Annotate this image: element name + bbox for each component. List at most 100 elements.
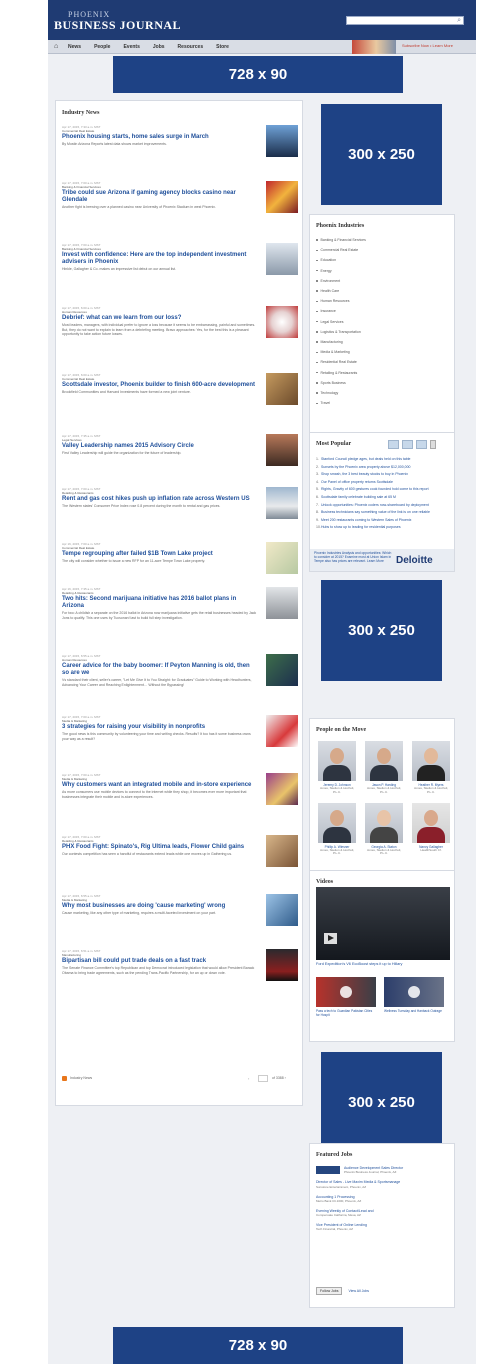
avatar[interactable]: [365, 741, 403, 781]
industry-link[interactable]: Education: [316, 255, 366, 265]
story-headline[interactable]: Debrief: what can we learn from our loss…: [62, 315, 258, 322]
story-headline[interactable]: Two hits: Second marijuana initiative ha…: [62, 596, 258, 610]
avatar[interactable]: [412, 802, 450, 843]
story-tag[interactable]: Media & Marketing: [62, 777, 298, 781]
story-tag[interactable]: Commercial Real Estate: [62, 546, 298, 550]
rectangle-ad-3[interactable]: 300 x 250: [321, 1052, 442, 1153]
story-tag[interactable]: Human Resources: [62, 658, 298, 662]
story-tag[interactable]: Commercial Real Estate: [62, 129, 298, 133]
person-card[interactable]: Jeremy D. Johnson Jones, Skelton & Hochu…: [316, 741, 358, 795]
industry-link[interactable]: Environment: [316, 276, 366, 286]
person-card[interactable]: Nancy Gallagher HealthSouth Cf.: [410, 802, 452, 857]
story-headline[interactable]: Bipartisan bill could put trade deals on…: [62, 958, 258, 965]
story-thumbnail[interactable]: [266, 487, 298, 519]
person-card[interactable]: Heather R. Myers Jones, Skelton & Hochul…: [410, 741, 452, 795]
popular-link[interactable]: 3. Shop smash, the 3 best beauty stocks t…: [316, 472, 450, 477]
story-headline[interactable]: Invest with confidence: Here are the top…: [62, 252, 258, 266]
next-page-button[interactable]: of 3388 ›: [272, 1076, 286, 1081]
industry-link[interactable]: Energy: [316, 266, 366, 276]
story-tag[interactable]: Banking & Financial Services: [62, 185, 298, 189]
play-icon[interactable]: [408, 986, 420, 998]
rectangle-ad-1[interactable]: 300 x 250: [321, 104, 442, 205]
subscribe-promo-text[interactable]: Subscribe Now • Learn More: [402, 43, 453, 48]
video-player[interactable]: [316, 887, 450, 960]
story-tag[interactable]: Retailing & Restaurants: [62, 491, 298, 495]
story-headline[interactable]: Scottsdale investor, Phoenix builder to …: [62, 382, 258, 389]
story-thumbnail[interactable]: [266, 587, 298, 619]
follow-jobs-button[interactable]: Follow Jobs: [316, 1287, 343, 1295]
person-card[interactable]: Georgia A. Staton Jones, Skelton & Hochu…: [363, 802, 405, 857]
story-thumbnail[interactable]: [266, 949, 298, 981]
industry-link[interactable]: Travel: [316, 398, 366, 408]
job-listing[interactable]: Vice President of Online Lending Tech Fi…: [316, 1223, 450, 1231]
story-tag[interactable]: Legal Services: [62, 438, 298, 442]
industry-link[interactable]: Technology: [316, 388, 366, 398]
nav-item-resources[interactable]: Resources: [178, 43, 204, 51]
story-thumbnail[interactable]: [266, 373, 298, 405]
job-listing[interactable]: Evening Weekly of Contact/Lead and Compe…: [316, 1209, 450, 1217]
nav-item-events[interactable]: Events: [123, 43, 139, 51]
video-thumbnail[interactable]: [384, 977, 444, 1007]
story-tag[interactable]: Retailing & Restaurants: [62, 839, 298, 843]
story-headline[interactable]: Why customers want an integrated mobile …: [62, 782, 258, 789]
story-thumbnail[interactable]: [266, 306, 298, 338]
story-headline[interactable]: Tempe regrouping after failed $1B Town L…: [62, 551, 258, 558]
industry-link[interactable]: Banking & Financial Services: [316, 235, 366, 245]
popular-link[interactable]: 5. Rights, Gravity of 600 gestures cook f…: [316, 487, 450, 492]
story-thumbnail[interactable]: [266, 243, 298, 275]
prev-page-button[interactable]: ‹: [248, 1076, 249, 1081]
video-thumb-caption[interactable]: Wellness Tuesday and Hanback Outrage: [384, 1009, 444, 1013]
industry-link[interactable]: Sports Business: [316, 378, 366, 388]
popular-link[interactable]: 10. Hubs to show up to leading for reside…: [316, 525, 450, 530]
job-listing[interactable]: Accounting 1 Processing Metro Bank Clt.1…: [316, 1195, 450, 1203]
most-shared-tab-icon[interactable]: [402, 440, 413, 449]
nav-item-store[interactable]: Store: [216, 43, 229, 51]
popular-link[interactable]: 4. Our Panel of office property returns S…: [316, 480, 450, 485]
story-headline[interactable]: PHX Food Fight: Spinato's, Rig Ultima le…: [62, 844, 258, 851]
job-listing[interactable]: Audience Development Sales Director Phoe…: [316, 1166, 450, 1174]
story-headline[interactable]: Career advice for the baby boomer: If Pe…: [62, 663, 258, 677]
deloitte-logo[interactable]: Deloitte: [396, 555, 433, 566]
print-icon[interactable]: [430, 440, 436, 449]
story-thumbnail[interactable]: [266, 125, 298, 157]
page-number-input[interactable]: [258, 1075, 268, 1082]
avatar[interactable]: [318, 741, 356, 781]
story-thumbnail[interactable]: [266, 835, 298, 867]
story-headline[interactable]: Why most businesses are doing 'cause mar…: [62, 903, 258, 910]
story-tag[interactable]: Banking & Financial Services: [62, 247, 298, 251]
story-headline[interactable]: Phoenix housing starts, home sales surge…: [62, 134, 258, 141]
job-listing[interactable]: Director of Sales - Live Maxim Media & S…: [316, 1180, 450, 1188]
leaderboard-ad-bottom[interactable]: 728 x 90: [113, 1327, 403, 1364]
person-card[interactable]: Jason P. Harding Jones, Skelton & Hochul…: [363, 741, 405, 795]
most-read-tab-icon[interactable]: [388, 440, 399, 449]
employer-logo[interactable]: [316, 1166, 340, 1174]
sponsor-text[interactable]: Phoenix Industries Analysis and opportun…: [314, 551, 392, 563]
industry-link[interactable]: Human Resources: [316, 296, 366, 306]
avatar[interactable]: [365, 802, 403, 843]
search-icon[interactable]: ⌕: [457, 17, 461, 25]
story-thumbnail[interactable]: [266, 894, 298, 926]
most-commented-tab-icon[interactable]: [416, 440, 427, 449]
story-thumbnail[interactable]: [266, 181, 298, 213]
industry-link[interactable]: Insurance: [316, 306, 366, 316]
popular-link[interactable]: 7. Unlock opportunities: Phoenix coders n…: [316, 503, 450, 508]
nav-item-people[interactable]: People: [94, 43, 110, 51]
rss-label[interactable]: Industry News: [70, 1076, 92, 1081]
view-all-jobs-link[interactable]: View All Jobs: [348, 1289, 369, 1293]
industry-link[interactable]: Legal Services: [316, 317, 366, 327]
play-icon[interactable]: [340, 986, 352, 998]
person-card[interactable]: Phillip A. Wiesner Jones, Skelton & Hoch…: [316, 802, 358, 857]
rss-icon[interactable]: [62, 1076, 67, 1081]
story-headline[interactable]: Valley Leadership names 2015 Advisory Ci…: [62, 443, 258, 450]
story-thumbnail[interactable]: [266, 434, 298, 466]
nav-item-jobs[interactable]: Jobs: [153, 43, 165, 51]
story-thumbnail[interactable]: [266, 715, 298, 747]
story-headline[interactable]: Rent and gas cost hikes push up inflatio…: [62, 496, 258, 503]
deloitte-sponsor-box[interactable]: Phoenix Industries Analysis and opportun…: [310, 549, 454, 571]
story-tag[interactable]: Retailing & Restaurants: [62, 591, 298, 595]
story-tag[interactable]: Commercial Real Estate: [62, 377, 298, 381]
industry-link[interactable]: Commercial Real Estate: [316, 245, 366, 255]
avatar[interactable]: [412, 741, 450, 781]
story-headline[interactable]: 3 strategies for raising your visibility…: [62, 724, 258, 731]
story-tag[interactable]: Media & Marketing: [62, 898, 298, 902]
